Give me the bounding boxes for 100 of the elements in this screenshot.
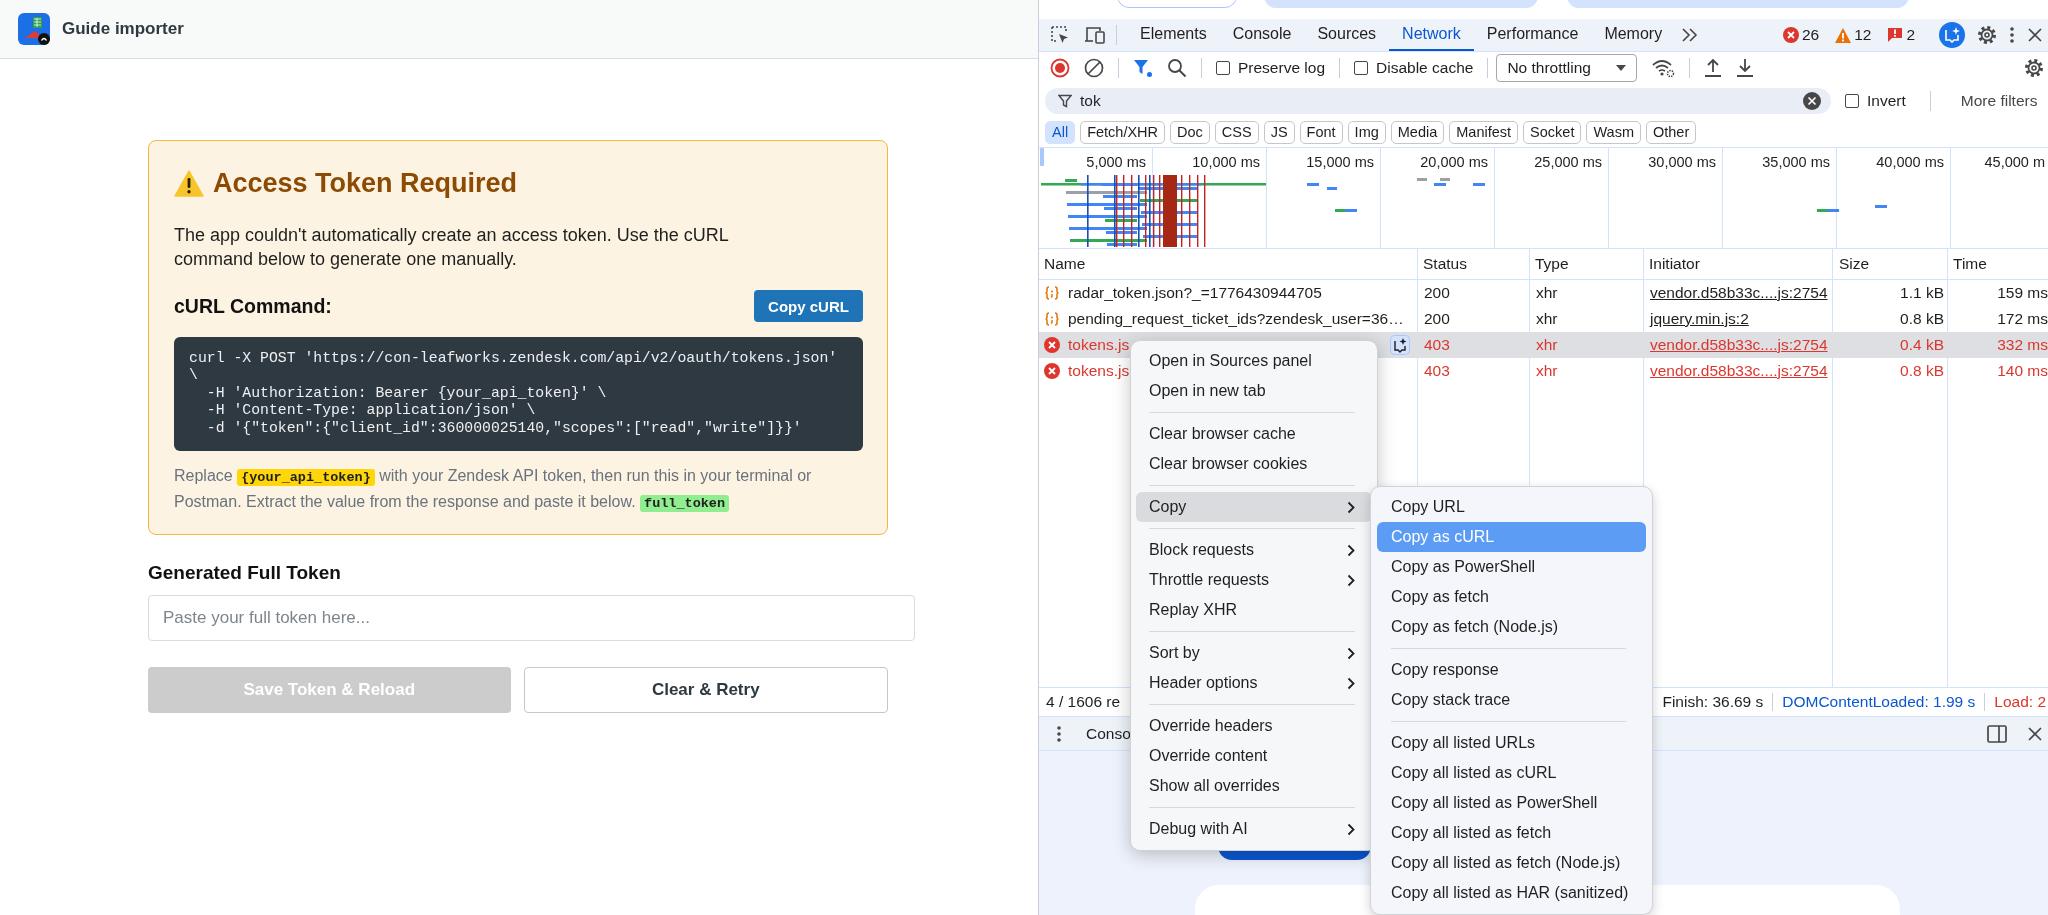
checkbox-label[interactable]: Preserve log bbox=[1238, 59, 1325, 77]
checkbox-label[interactable]: Disable cache bbox=[1376, 59, 1474, 77]
search-icon[interactable] bbox=[1167, 58, 1187, 78]
dock-side-icon[interactable] bbox=[1987, 724, 2007, 743]
clear-icon[interactable] bbox=[1084, 58, 1104, 78]
panel-tab[interactable]: Sources bbox=[1304, 19, 1390, 51]
menu-item[interactable]: Show all overrides bbox=[1136, 771, 1372, 801]
device-toolbar-icon[interactable] bbox=[1084, 25, 1106, 45]
more-options-icon[interactable] bbox=[2009, 26, 2015, 44]
menu-item[interactable]: Copy all listed as PowerShell bbox=[1377, 788, 1646, 818]
warning-count-button[interactable]: 12 bbox=[1833, 26, 1874, 44]
download-icon[interactable] bbox=[1736, 58, 1755, 78]
column-header[interactable]: Status bbox=[1418, 255, 1530, 273]
menu-item[interactable]: Copy all listed as fetch (Node.js) bbox=[1377, 848, 1646, 878]
menu-item[interactable]: Copy bbox=[1136, 492, 1372, 522]
menu-item[interactable]: Clear browser cookies bbox=[1136, 449, 1372, 479]
instruction-text: Replace {your_api_token} with your Zendesk API token, then run this in your terminal or Postman. Extract the value from the response and paste it below. full_token bbox=[174, 466, 813, 515]
menu-item[interactable]: Copy as fetch (Node.js) bbox=[1377, 612, 1646, 642]
range-handle[interactable] bbox=[1040, 148, 1044, 166]
filter-field[interactable]: tok bbox=[1045, 87, 1831, 114]
menu-item[interactable]: Copy all listed URLs bbox=[1377, 728, 1646, 758]
type-filter-chip[interactable]: Doc bbox=[1170, 120, 1210, 144]
checkbox[interactable] bbox=[1354, 61, 1368, 75]
menu-item[interactable]: Sort by bbox=[1136, 638, 1372, 668]
type-filter-chip[interactable]: JS bbox=[1263, 120, 1295, 144]
close-icon[interactable] bbox=[2027, 27, 2043, 43]
retry-button[interactable]: Clear & Retry bbox=[523, 667, 888, 714]
type-filter-chip[interactable]: Other bbox=[1646, 120, 1697, 144]
inspect-element-icon[interactable] bbox=[1050, 25, 1070, 45]
type-filter-chip[interactable]: All bbox=[1045, 120, 1076, 144]
status-code: 200 bbox=[1423, 284, 1451, 302]
ai-assistance-icon[interactable] bbox=[1939, 22, 1965, 48]
column-header[interactable]: Initiator bbox=[1644, 255, 1833, 273]
network-conditions-icon[interactable] bbox=[1651, 58, 1676, 78]
menu-item[interactable]: Copy all listed as HAR (sanitized) bbox=[1377, 878, 1646, 908]
type-filter-chip[interactable]: Wasm bbox=[1586, 120, 1641, 144]
size-value: 0.4 kB bbox=[1899, 336, 1945, 354]
size-value: 1.1 kB bbox=[1899, 284, 1945, 302]
panel-tab[interactable]: Performance bbox=[1473, 19, 1592, 51]
clear-icon[interactable] bbox=[1803, 91, 1821, 110]
initiator-link[interactable]: vendor.d58b33c....js:2754 bbox=[1650, 284, 1828, 301]
status-code: 403 bbox=[1423, 362, 1451, 380]
type-filter-chip[interactable]: Media bbox=[1390, 120, 1445, 144]
filter-icon bbox=[1058, 93, 1072, 108]
column-header[interactable]: Size bbox=[1833, 255, 1948, 273]
settings-icon[interactable] bbox=[1977, 25, 1997, 45]
error-count-button[interactable]: 26 bbox=[1780, 26, 1822, 44]
type-filter-chip[interactable]: Fetch/XHR bbox=[1080, 120, 1166, 144]
type-filter-chip[interactable]: CSS bbox=[1214, 120, 1259, 144]
panel-tab[interactable]: Elements bbox=[1127, 19, 1220, 51]
type-filter-chip[interactable]: Font bbox=[1299, 120, 1343, 144]
menu-item[interactable]: Block requests bbox=[1136, 535, 1372, 565]
more-filters-button[interactable]: More filters bbox=[1960, 91, 2048, 110]
throttling-select[interactable]: No throttling bbox=[1496, 54, 1638, 82]
initiator-link[interactable]: vendor.d58b33c....js:2754 bbox=[1650, 362, 1828, 379]
menu-item[interactable]: Clear browser cache bbox=[1136, 419, 1372, 449]
menu-item[interactable]: Override headers bbox=[1136, 711, 1372, 741]
menu-item[interactable]: Open in new tab bbox=[1136, 376, 1372, 406]
menu-item[interactable]: Debug with AI bbox=[1136, 814, 1372, 844]
column-header[interactable]: Name bbox=[1039, 255, 1418, 273]
checkbox-label[interactable]: Invert bbox=[1867, 91, 1906, 110]
menu-item[interactable]: Replay XHR bbox=[1136, 595, 1372, 625]
drawer-tab[interactable]: Conso bbox=[1086, 724, 1131, 743]
more-options-icon[interactable] bbox=[1056, 724, 1062, 743]
panel-tab[interactable]: Network bbox=[1389, 19, 1474, 51]
initiator-link[interactable]: jquery.min.js:2 bbox=[1650, 310, 1749, 327]
request-name[interactable]: pending_request_ticket_ids?zendesk_user=36… bbox=[1068, 310, 1404, 328]
menu-item[interactable]: Copy as PowerShell bbox=[1377, 552, 1646, 582]
panel-tab[interactable]: Memory bbox=[1591, 19, 1676, 51]
issue-count-button[interactable]: 2 bbox=[1885, 26, 1917, 44]
token-input[interactable]: Paste your full token here... bbox=[148, 595, 915, 642]
upload-icon[interactable] bbox=[1704, 58, 1723, 78]
stop-recording-icon[interactable] bbox=[1050, 58, 1070, 78]
request-name[interactable]: tokens.js bbox=[1068, 362, 1130, 380]
menu-item[interactable]: Throttle requests bbox=[1136, 565, 1372, 595]
checkbox[interactable] bbox=[1216, 61, 1230, 75]
menu-item[interactable]: Copy response bbox=[1377, 655, 1646, 685]
menu-item[interactable]: Copy all listed as fetch bbox=[1377, 818, 1646, 848]
menu-item[interactable]: Copy all listed as cURL bbox=[1377, 758, 1646, 788]
menu-item[interactable]: Copy URL bbox=[1377, 492, 1646, 522]
menu-item[interactable]: Header options bbox=[1136, 668, 1372, 698]
type-filter-chip[interactable]: Img bbox=[1347, 120, 1386, 144]
ai-assist-icon[interactable] bbox=[1390, 335, 1410, 355]
double-chevron-icon[interactable] bbox=[1681, 28, 1700, 42]
panel-tab[interactable]: Console bbox=[1219, 19, 1305, 51]
checkbox[interactable] bbox=[1845, 93, 1859, 108]
settings-icon[interactable] bbox=[2024, 58, 2044, 78]
request-name[interactable]: radar_token.json?_=1776430944705 bbox=[1068, 284, 1322, 302]
column-header[interactable]: Type bbox=[1530, 255, 1644, 273]
type-filter-chip[interactable]: Manifest bbox=[1449, 120, 1519, 144]
request-count: 4 / 1606 re bbox=[1046, 693, 1121, 711]
menu-item[interactable]: Copy stack trace bbox=[1377, 685, 1646, 715]
filter-icon[interactable] bbox=[1133, 58, 1153, 78]
column-header[interactable]: Time bbox=[1948, 255, 2048, 273]
close-icon[interactable] bbox=[2027, 725, 2043, 742]
copy-curl-button[interactable]: Copy cURL bbox=[754, 290, 863, 322]
menu-item[interactable]: Copy as fetch bbox=[1377, 582, 1646, 612]
menu-item[interactable]: Override content bbox=[1136, 741, 1372, 771]
type-filter-chip[interactable]: Socket bbox=[1523, 120, 1582, 144]
resource-type: xhr bbox=[1535, 362, 1559, 380]
